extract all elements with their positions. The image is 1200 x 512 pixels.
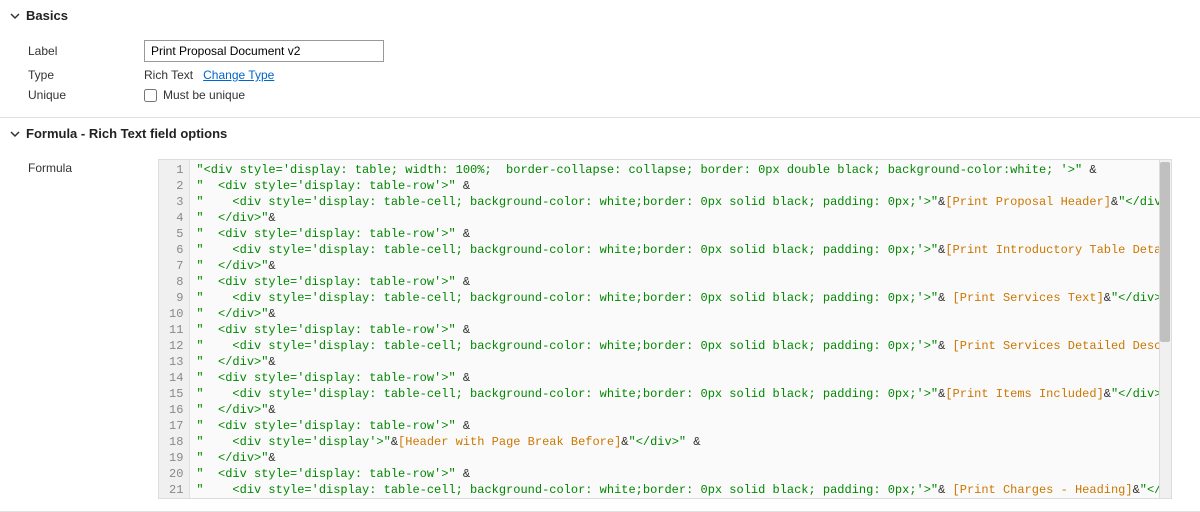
- unique-checkbox-label: Must be unique: [163, 88, 245, 102]
- change-type-link[interactable]: Change Type: [203, 68, 274, 82]
- code-line[interactable]: " </div>"&: [196, 354, 1165, 370]
- chevron-down-icon: [10, 11, 20, 21]
- formula-options-section-title: Formula - Rich Text field options: [26, 126, 227, 141]
- code-line[interactable]: " </div>"&: [196, 210, 1165, 226]
- code-line[interactable]: "<div style='display: table; width: 100%…: [196, 162, 1165, 178]
- code-line[interactable]: " <div style='display: table-cell; backg…: [196, 194, 1165, 210]
- chevron-down-icon: [10, 129, 20, 139]
- code-line[interactable]: " <div style='display: table-cell; backg…: [196, 386, 1165, 402]
- formula-field-label: Formula: [28, 159, 158, 175]
- code-line[interactable]: " <div style='display: table-row'>" &: [196, 274, 1165, 290]
- code-line[interactable]: " </div>"&: [196, 450, 1165, 466]
- formula-options-section-header[interactable]: Formula - Rich Text field options: [0, 118, 1200, 149]
- scrollbar-track[interactable]: [1159, 160, 1171, 498]
- code-line[interactable]: " <div style='display: table-row'>" &: [196, 418, 1165, 434]
- basics-section-body: Label Type Rich Text Change Type Unique …: [0, 31, 1200, 117]
- label-input[interactable]: [144, 40, 384, 62]
- unique-field-label: Unique: [28, 88, 144, 102]
- basics-section-header[interactable]: Basics: [0, 0, 1200, 31]
- code-line[interactable]: " </div>"&: [196, 258, 1165, 274]
- code-line[interactable]: " <div style='display: table-row'>" &: [196, 466, 1165, 482]
- code-line[interactable]: " <div style='display: table-row'>" &: [196, 322, 1165, 338]
- code-line[interactable]: " <div style='display: table-cell; backg…: [196, 290, 1165, 306]
- label-field-label: Label: [28, 44, 144, 58]
- formula-options-section: Formula - Rich Text field options Formul…: [0, 118, 1200, 512]
- code-gutter: 1234567891011121314151617181920212223242…: [159, 160, 190, 498]
- code-line[interactable]: " </div>"&: [196, 402, 1165, 418]
- unique-row: Unique Must be unique: [28, 85, 1172, 105]
- code-line[interactable]: " <div style='display: table-cell; backg…: [196, 242, 1165, 258]
- code-lines[interactable]: "<div style='display: table; width: 100%…: [190, 160, 1171, 498]
- code-line[interactable]: " <div style='display'>"&[Header with Pa…: [196, 434, 1165, 450]
- code-line[interactable]: " <div style='display: table-row'>" &: [196, 370, 1165, 386]
- code-line[interactable]: " <div style='display: table-row'>" &: [196, 178, 1165, 194]
- type-row: Type Rich Text Change Type: [28, 65, 1172, 85]
- code-line[interactable]: " <div style='display: table-cell; backg…: [196, 482, 1165, 498]
- formula-code-editor[interactable]: 1234567891011121314151617181920212223242…: [158, 159, 1172, 499]
- scrollbar-thumb[interactable]: [1160, 162, 1170, 342]
- code-line[interactable]: " <div style='display: table-row'>" &: [196, 226, 1165, 242]
- basics-section: Basics Label Type Rich Text Change Type …: [0, 0, 1200, 118]
- code-line[interactable]: " </div>"&: [196, 306, 1165, 322]
- code-line[interactable]: " <div style='display: table-cell; backg…: [196, 338, 1165, 354]
- formula-options-body: Formula 12345678910111213141516171819202…: [0, 149, 1200, 511]
- label-row: Label: [28, 37, 1172, 65]
- type-value: Rich Text: [144, 68, 193, 82]
- basics-section-title: Basics: [26, 8, 68, 23]
- unique-checkbox[interactable]: [144, 89, 157, 102]
- type-field-label: Type: [28, 68, 144, 82]
